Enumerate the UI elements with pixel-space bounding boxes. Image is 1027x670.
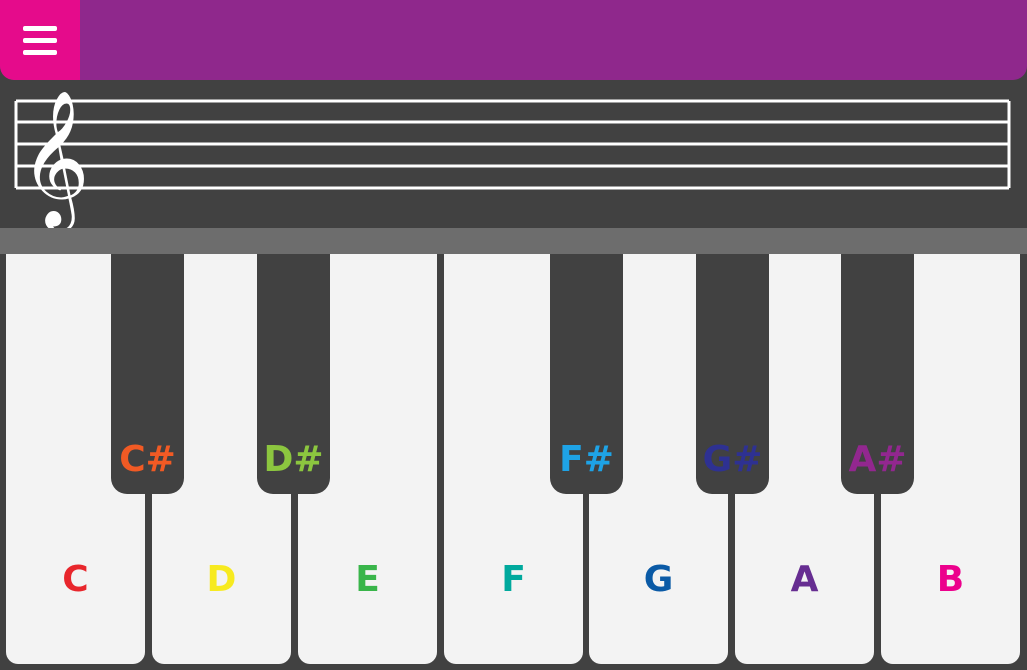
- black-key-d-sharp[interactable]: D#: [257, 254, 330, 494]
- keyboard-separator: [0, 228, 1027, 254]
- note-label-f-sharp: F#: [559, 439, 614, 480]
- black-key-c-sharp[interactable]: C#: [111, 254, 184, 494]
- note-label-a: A: [790, 559, 819, 600]
- staff-svg: 𝄞: [14, 88, 1011, 232]
- note-label-e: E: [355, 559, 380, 600]
- black-key-a-sharp[interactable]: A#: [841, 254, 914, 494]
- note-label-c: C: [62, 559, 89, 600]
- music-staff: 𝄞: [0, 80, 1027, 232]
- treble-clef-icon: 𝄞: [20, 88, 90, 228]
- note-label-f: F: [501, 559, 526, 600]
- note-label-d: D: [206, 559, 237, 600]
- piano-keyboard: C D E F G A B C# D# F# G# A#: [0, 254, 1027, 670]
- menu-bar-line: [23, 49, 57, 55]
- black-key-g-sharp[interactable]: G#: [696, 254, 769, 494]
- note-label-g-sharp: G#: [702, 439, 763, 480]
- menu-bar-line: [23, 25, 57, 31]
- top-bar: [0, 0, 1027, 80]
- note-label-d-sharp: D#: [263, 439, 324, 480]
- note-label-g: G: [643, 559, 674, 600]
- hamburger-menu-icon[interactable]: [0, 0, 80, 80]
- note-label-a-sharp: A#: [848, 439, 907, 480]
- menu-bar-line: [23, 37, 57, 43]
- note-label-b: B: [936, 559, 965, 600]
- note-label-c-sharp: C#: [119, 439, 176, 480]
- black-key-f-sharp[interactable]: F#: [550, 254, 623, 494]
